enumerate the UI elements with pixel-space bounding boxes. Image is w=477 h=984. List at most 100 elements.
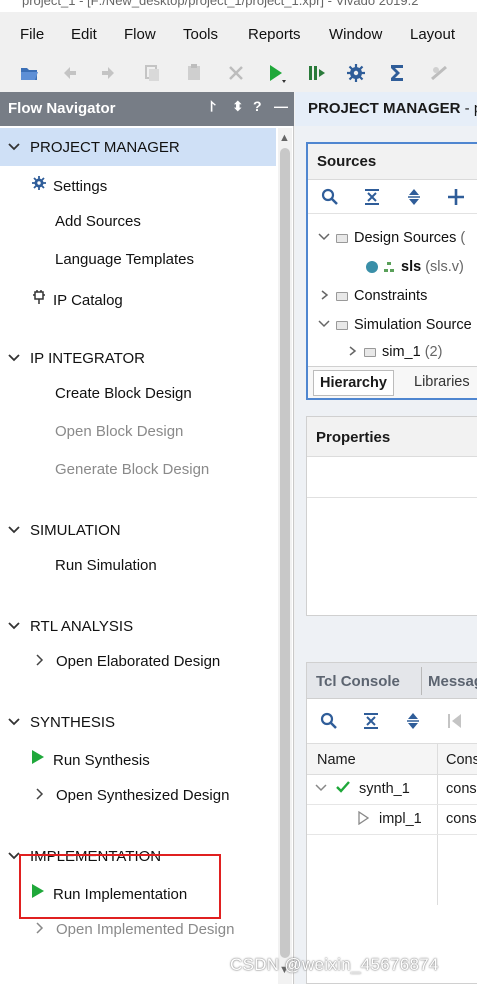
nav-item-label: IP Catalog	[53, 292, 123, 309]
project-manager-panel: PROJECT MANAGER - p Sources Design Sourc…	[295, 92, 477, 984]
run-icon[interactable]	[265, 61, 287, 85]
tree-item-simulation-sources[interactable]: Simulation Source	[318, 317, 472, 333]
column-header-name[interactable]: Name	[317, 752, 356, 768]
chevron-down-icon	[8, 139, 30, 156]
settings-icon[interactable]	[345, 61, 367, 85]
nav-item-ip-catalog[interactable]: IP Catalog	[31, 289, 123, 309]
tree-item-constraints[interactable]: Constraints	[318, 288, 427, 304]
first-page-icon[interactable]	[445, 711, 465, 731]
help-icon[interactable]: ?	[253, 98, 262, 114]
minimize-icon[interactable]: —	[274, 98, 288, 114]
run-name: impl_1	[379, 811, 422, 827]
title-bar: project_1 - [F:/New_desktop/project_1/pr…	[0, 0, 477, 12]
navigator-title: Flow Navigator	[8, 100, 116, 117]
section-ip-integrator[interactable]: IP INTEGRATOR	[8, 350, 145, 367]
folder-icon	[364, 347, 376, 357]
scrollbar-thumb[interactable]	[280, 148, 290, 958]
sigma-icon[interactable]	[386, 61, 408, 85]
row-chevron-icon	[315, 781, 327, 797]
delete-icon[interactable]	[225, 61, 247, 85]
section-label: RTL ANALYSIS	[30, 618, 134, 635]
chevron-right-icon	[34, 653, 56, 670]
window-title: project_1 - [F:/New_desktop/project_1/pr…	[22, 0, 419, 8]
nav-item-open-implemented-design[interactable]: Open Implemented Design	[34, 921, 234, 938]
copy-icon[interactable]	[141, 61, 163, 85]
tab-hierarchy[interactable]: Hierarchy	[313, 370, 394, 396]
module-dot-icon	[366, 261, 378, 274]
tree-item-sim-1[interactable]: sim_1 (2)	[346, 344, 442, 360]
menu-tools[interactable]: Tools	[183, 26, 218, 43]
step-icon[interactable]	[305, 61, 327, 85]
gear-icon	[31, 175, 53, 195]
nav-item-open-synthesized-design[interactable]: Open Synthesized Design	[34, 787, 229, 804]
paste-icon[interactable]	[183, 61, 205, 85]
check-icon	[336, 781, 350, 797]
folder-icon	[336, 233, 348, 243]
section-rtl-analysis[interactable]: RTL ANALYSIS	[8, 618, 133, 635]
chevron-down-icon	[8, 350, 30, 367]
nav-item-run-simulation[interactable]: Run Simulation	[55, 557, 157, 574]
nav-item-settings[interactable]: Settings	[31, 175, 107, 195]
chevron-right-icon	[349, 346, 357, 356]
folder-icon	[336, 291, 348, 301]
section-project-manager[interactable]: PROJECT MANAGER	[8, 139, 180, 156]
add-icon[interactable]	[446, 187, 466, 207]
overflow-icon[interactable]	[470, 61, 477, 85]
column-header-constraints[interactable]: Cons	[446, 752, 477, 768]
console-window: Tcl Console Messag Name Cons	[306, 662, 477, 984]
section-synthesis[interactable]: SYNTHESIS	[8, 714, 115, 731]
undo-icon[interactable]	[58, 61, 80, 85]
menu-reports[interactable]: Reports	[248, 26, 301, 43]
scroll-up-icon[interactable]: ▲	[279, 132, 290, 144]
nav-item-create-block-design[interactable]: Create Block Design	[55, 385, 192, 402]
nav-item-run-synthesis[interactable]: Run Synthesis	[31, 749, 150, 769]
properties-window: Properties	[306, 416, 477, 616]
run-constraints: cons	[446, 811, 477, 827]
expand-all-icon[interactable]	[403, 711, 423, 731]
collapse-all-icon[interactable]	[362, 187, 382, 207]
tree-item-design-sources[interactable]: Design Sources (	[318, 230, 465, 246]
main-toolbar	[0, 56, 477, 92]
chevron-right-icon	[34, 787, 56, 804]
folder-icon	[336, 320, 348, 330]
sources-header: Sources	[308, 144, 477, 180]
run-constraints: cons	[446, 781, 477, 797]
tab-libraries[interactable]: Libraries	[408, 370, 476, 396]
tree-item-sls[interactable]: sls (sls.v)	[366, 259, 464, 275]
navigator-header: Flow Navigator ⨡ ⬍ ? —	[0, 92, 294, 126]
table-row[interactable]: synth_1 cons	[307, 775, 477, 805]
nav-item-generate-block-design[interactable]: Generate Block Design	[55, 461, 209, 478]
collapse-all-icon[interactable]: ⨡	[210, 98, 216, 115]
sources-toolbar	[308, 180, 477, 214]
section-label: SYNTHESIS	[30, 714, 116, 731]
tab-messages[interactable]: Messag	[428, 673, 477, 690]
open-project-icon[interactable]	[18, 61, 40, 85]
chevron-right-icon	[321, 290, 329, 300]
chevron-down-icon	[8, 522, 30, 539]
plug-icon	[31, 289, 53, 309]
nav-item-open-block-design[interactable]: Open Block Design	[55, 423, 183, 440]
menu-layout[interactable]: Layout	[410, 26, 455, 43]
sources-window: Sources Design Sources ( sls (sls.v) Con…	[306, 142, 477, 400]
section-simulation[interactable]: SIMULATION	[8, 522, 121, 539]
expand-all-icon[interactable]: ⬍	[232, 98, 244, 115]
collapse-all-icon[interactable]	[361, 711, 381, 731]
menu-flow[interactable]: Flow	[124, 26, 156, 43]
menu-file[interactable]: File	[20, 26, 44, 43]
nav-item-language-templates[interactable]: Language Templates	[55, 251, 194, 268]
menu-edit[interactable]: Edit	[71, 26, 97, 43]
expand-all-icon[interactable]	[404, 187, 424, 207]
nav-item-add-sources[interactable]: Add Sources	[55, 213, 141, 230]
properties-title: Properties	[316, 429, 391, 446]
nav-item-open-elaborated-design[interactable]: Open Elaborated Design	[34, 653, 220, 670]
search-icon[interactable]	[320, 187, 340, 207]
search-icon[interactable]	[319, 711, 339, 731]
table-row[interactable]: impl_1 cons	[307, 805, 477, 835]
redo-icon[interactable]	[98, 61, 120, 85]
tab-tcl-console[interactable]: Tcl Console	[316, 673, 400, 690]
disabled-tool-icon[interactable]	[428, 61, 450, 85]
chevron-down-icon	[318, 320, 330, 328]
menu-window[interactable]: Window	[329, 26, 382, 43]
nav-item-label: Open Implemented Design	[56, 921, 235, 938]
run-name: synth_1	[359, 781, 410, 797]
